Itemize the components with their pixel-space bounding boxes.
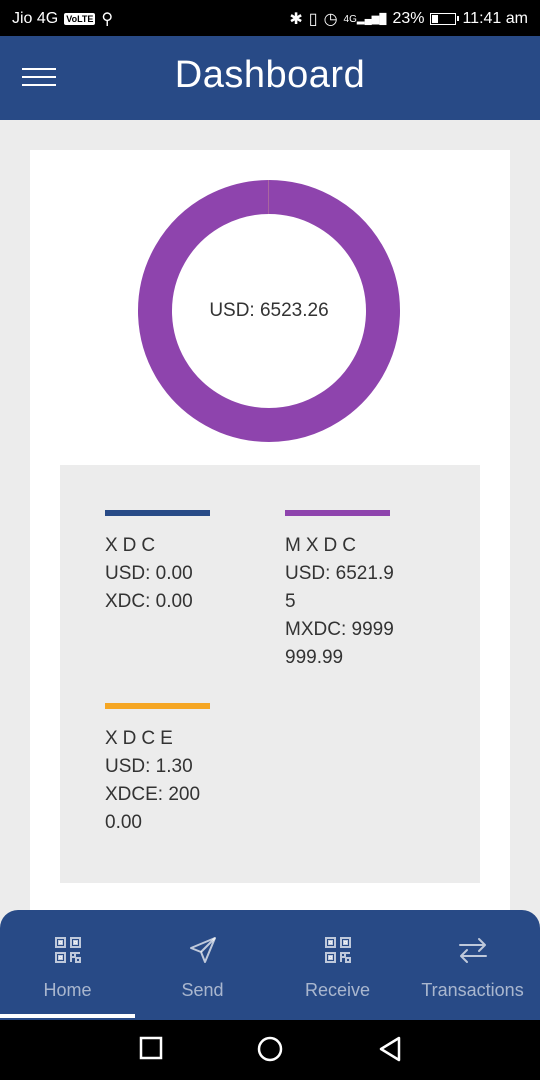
battery-icon — [430, 13, 460, 25]
nav-label: Send — [181, 980, 224, 1000]
send-icon — [135, 930, 270, 970]
swap-icon — [405, 930, 540, 970]
nav-transactions[interactable]: Transactions — [405, 910, 540, 1020]
bluetooth-icon: ✱ — [289, 11, 303, 28]
nav-label: Receive — [304, 980, 371, 1000]
volte-badge: VoLTE — [64, 13, 96, 25]
asset-usd-value: USD: 6521.95 — [285, 563, 394, 612]
active-tab-indicator — [0, 1014, 135, 1018]
nav-receive[interactable]: Receive — [270, 910, 405, 1020]
qr-code-icon — [0, 930, 135, 970]
asset-color-bar — [105, 703, 210, 709]
asset-name: XDCE — [105, 728, 178, 749]
nav-home[interactable]: Home — [0, 910, 135, 1020]
total-usd-label: USD: 6523.26 — [209, 300, 329, 321]
asset-balance: XDC: 0.00 — [105, 591, 193, 612]
asset-xdce: XDCE USD: 1.30 XDCE: 2000.00 — [105, 703, 215, 837]
qr-code-icon — [270, 930, 405, 970]
system-navigation-bar — [0, 1020, 540, 1080]
app-bar: Dashboard — [0, 36, 540, 120]
recents-icon[interactable] — [139, 1036, 163, 1060]
asset-balance: XDCE: 2000.00 — [105, 784, 201, 833]
home-icon[interactable] — [257, 1036, 283, 1062]
carrier-label: Jio 4G — [12, 10, 59, 27]
asset-balance: MXDC: 9999999.99 — [285, 619, 394, 668]
status-bar: Jio 4G VoLTE ⚲ ✱ ▯ ◷ 4G▂▄▆█ 23% 11:41 am — [0, 0, 540, 36]
bottom-navigation: Home Send Receive Transactions — [0, 910, 540, 1020]
asset-mxdc: MXDC USD: 6521.95 MXDC: 9999999.99 — [285, 510, 395, 672]
clock-time: 11:41 am — [462, 10, 528, 27]
signal-icon: 4G▂▄▆█ — [343, 13, 387, 25]
vibrate-icon: ▯ — [308, 11, 318, 28]
portfolio-card: USD: 6523.26 XDC USD: 0.00 XDC: 0.00 MXD… — [30, 150, 510, 940]
asset-name: MXDC — [285, 535, 361, 556]
nav-label: Transactions — [421, 980, 524, 1000]
back-icon[interactable] — [378, 1036, 402, 1062]
usb-icon: ⚲ — [101, 11, 114, 28]
asset-usd-value: USD: 1.30 — [105, 756, 193, 777]
page-title: Dashboard — [174, 54, 366, 96]
asset-xdc: XDC USD: 0.00 XDC: 0.00 — [105, 510, 255, 616]
network-type-label: 4G — [343, 13, 357, 25]
asset-color-bar — [285, 510, 390, 516]
asset-usd-value: USD: 0.00 — [105, 563, 193, 584]
nav-send[interactable]: Send — [135, 910, 270, 1020]
asset-name: XDC — [105, 535, 161, 556]
alarm-icon: ◷ — [323, 11, 338, 28]
nav-label: Home — [43, 980, 92, 1000]
asset-color-bar — [105, 510, 210, 516]
asset-legend: XDC USD: 0.00 XDC: 0.00 MXDC USD: 6521.9… — [60, 465, 480, 883]
battery-percent: 23% — [392, 10, 425, 27]
